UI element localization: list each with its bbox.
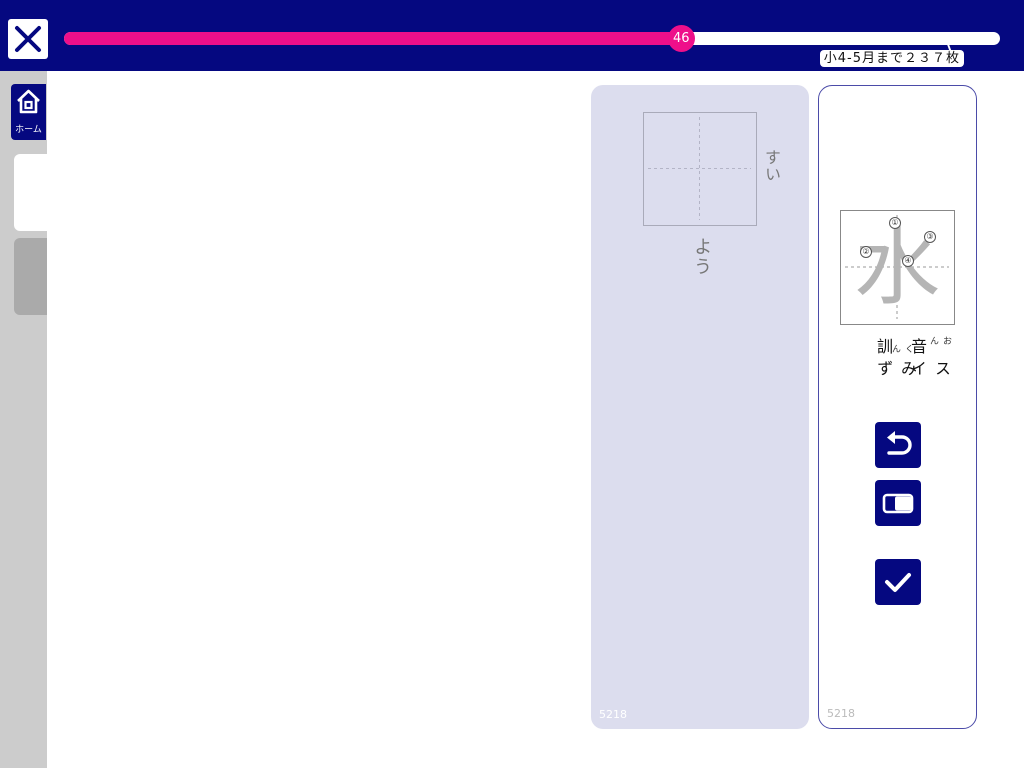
- home-tab[interactable]: ホーム: [11, 84, 46, 140]
- on-ruby: おん: [928, 336, 951, 345]
- card-number: 5218: [827, 707, 855, 720]
- card-number: 5218: [599, 708, 627, 721]
- kanji-character: 水: [854, 217, 940, 317]
- sidebar: ホーム: [0, 71, 47, 768]
- home-icon: [17, 89, 40, 114]
- progress-count-badge: 46: [667, 25, 695, 52]
- writing-guide-lines: [648, 117, 751, 220]
- home-label: ホーム: [15, 125, 42, 135]
- stroke-number-2: ②: [860, 246, 872, 258]
- kun-label: 訓: [874, 338, 893, 356]
- eraser-button[interactable]: [875, 480, 921, 526]
- undo-button[interactable]: [875, 422, 921, 468]
- kanji-info-card: 水 ① ② ③ ④ おん 音 スイ くん 訓 みず 5218: [818, 85, 977, 729]
- stroke-number-3: ③: [924, 231, 936, 243]
- stroke-number-1: ①: [889, 217, 901, 229]
- check-icon: [885, 573, 911, 592]
- eraser-icon: [882, 493, 914, 514]
- writing-practice-card: すい よう 5218: [591, 85, 809, 729]
- kanji-stroke-order-box: 水 ① ② ③ ④: [840, 210, 955, 325]
- stroke-number-4: ④: [902, 255, 914, 267]
- close-icon: [15, 26, 41, 52]
- top-bar: 46 小4-5月まで２３７枚: [0, 0, 1024, 71]
- goal-label: 小4-5月まで２３７枚: [819, 50, 964, 67]
- side-tab-active[interactable]: [14, 154, 47, 231]
- reading-side: すい: [762, 149, 781, 183]
- writing-box[interactable]: [643, 112, 757, 226]
- check-button[interactable]: [875, 559, 921, 605]
- close-button[interactable]: [8, 19, 48, 59]
- kun-reading: みず: [874, 360, 917, 378]
- progress-bar: 46: [64, 25, 1000, 52]
- undo-icon: [887, 431, 912, 455]
- side-tab-inactive[interactable]: [14, 238, 47, 315]
- progress-fill: [64, 32, 681, 45]
- reading-okurigana: よう: [691, 237, 712, 277]
